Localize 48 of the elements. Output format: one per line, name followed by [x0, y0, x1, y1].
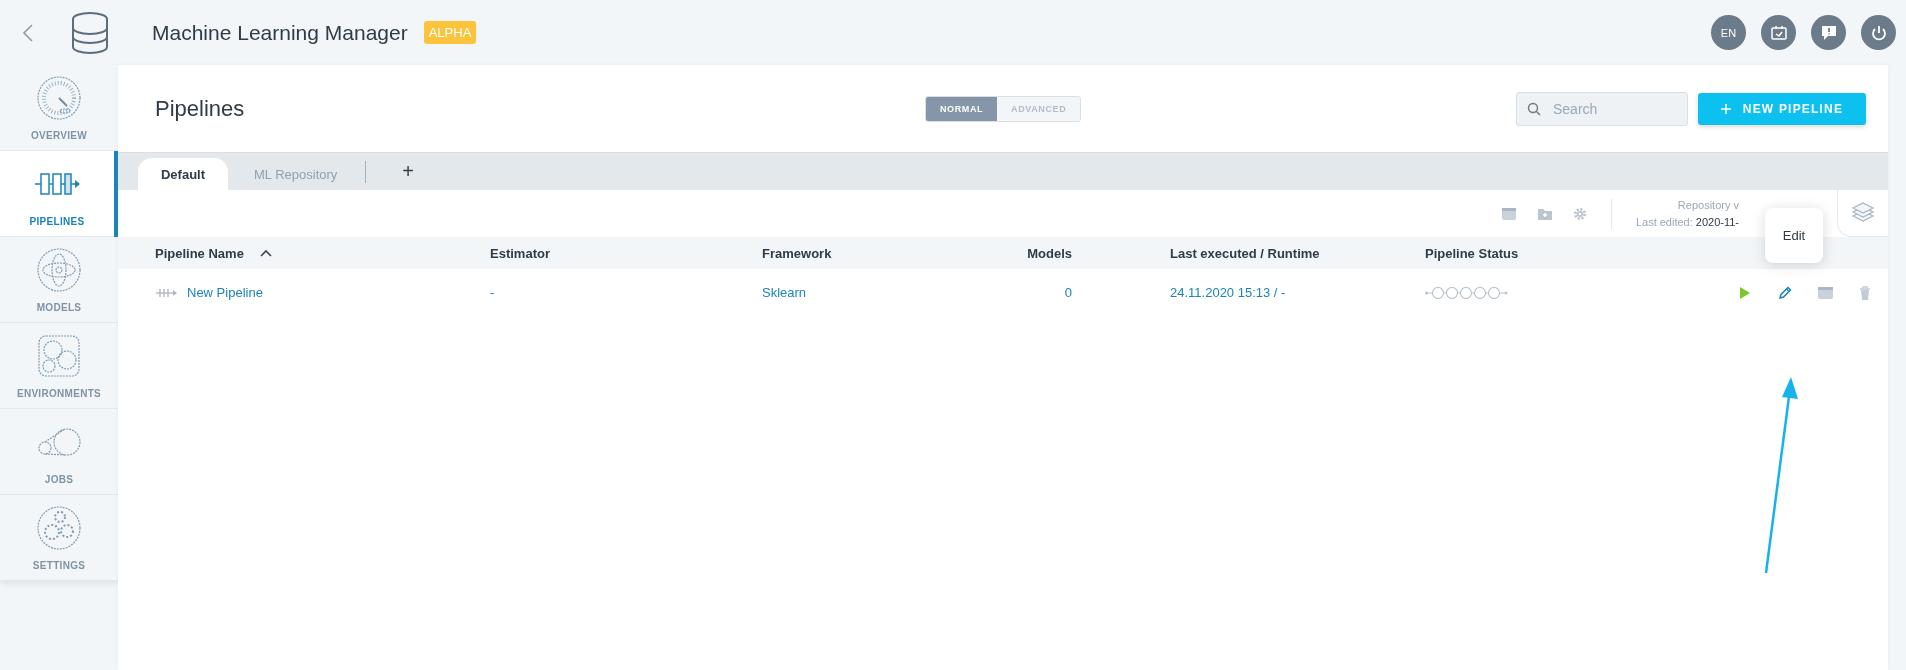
sidebar-item[interactable]: JOBS: [0, 409, 118, 495]
power-button[interactable]: [1861, 15, 1896, 50]
pipeline-icon: [155, 286, 177, 299]
repository-label: Repository v: [1677, 199, 1739, 211]
new-pipeline-button[interactable]: NEW PIPELINE: [1698, 92, 1866, 125]
models-count: 0: [1064, 285, 1072, 300]
alpha-badge: ALPHA: [423, 21, 477, 44]
estimator-cell: -: [490, 285, 495, 300]
folder-icon[interactable]: [1536, 206, 1553, 221]
window-icon[interactable]: [1817, 284, 1834, 301]
layers-icon: [1851, 202, 1875, 224]
page-title: Pipelines: [155, 95, 246, 122]
plus-icon: [1720, 103, 1731, 114]
search-field[interactable]: Search: [1516, 91, 1688, 126]
column-header: Pipeline Status: [1425, 245, 1520, 261]
last-edited-date: 2020-11-: [1695, 216, 1739, 228]
cells-icon: [35, 332, 83, 380]
language-button[interactable]: EN: [1711, 15, 1746, 50]
sidebar-item[interactable]: SETTINGS: [0, 495, 118, 581]
last-executed-cell: 24.11.2020 15:13 / -: [1170, 285, 1286, 300]
edit-tooltip: Edit: [1765, 208, 1823, 263]
help-button[interactable]: [1811, 15, 1846, 50]
tab[interactable]: ML Repository: [228, 158, 364, 190]
column-header: Estimator: [490, 245, 551, 261]
view-toggle-option[interactable]: NORMAL: [926, 96, 998, 121]
window-icon[interactable]: [1500, 206, 1517, 221]
framework-link[interactable]: Sklearn: [762, 285, 807, 300]
column-header: Framework: [762, 245, 833, 261]
add-tab-button[interactable]: +: [396, 160, 420, 183]
gauge-icon: [35, 74, 83, 122]
sidebar-item[interactable]: OVERVIEW: [0, 65, 118, 151]
sidebar-item[interactable]: ENVIRONMENTS: [0, 323, 118, 409]
app-title: Machine Learning Manager: [152, 20, 408, 45]
atom-icon: [35, 246, 83, 294]
database-icon: [70, 10, 110, 55]
sidebar-item[interactable]: MODELS: [0, 237, 118, 323]
column-header: Models: [1026, 245, 1072, 261]
back-icon[interactable]: [22, 22, 34, 43]
sidebar-item[interactable]: PIPELINES: [0, 151, 118, 237]
column-header: Last executed / Runtime: [1170, 245, 1321, 261]
pencil-icon[interactable]: [1777, 284, 1794, 301]
last-edited-label: Last edited:: [1635, 216, 1693, 228]
sort-ascending-icon[interactable]: [259, 248, 272, 258]
calendar-button[interactable]: [1761, 15, 1796, 50]
column-header[interactable]: Pipeline Name: [155, 245, 490, 261]
view-toggle-option[interactable]: ADVANCED: [997, 96, 1081, 121]
pipeline-name-link[interactable]: New Pipeline: [187, 285, 263, 300]
tab[interactable]: Default: [138, 158, 228, 190]
